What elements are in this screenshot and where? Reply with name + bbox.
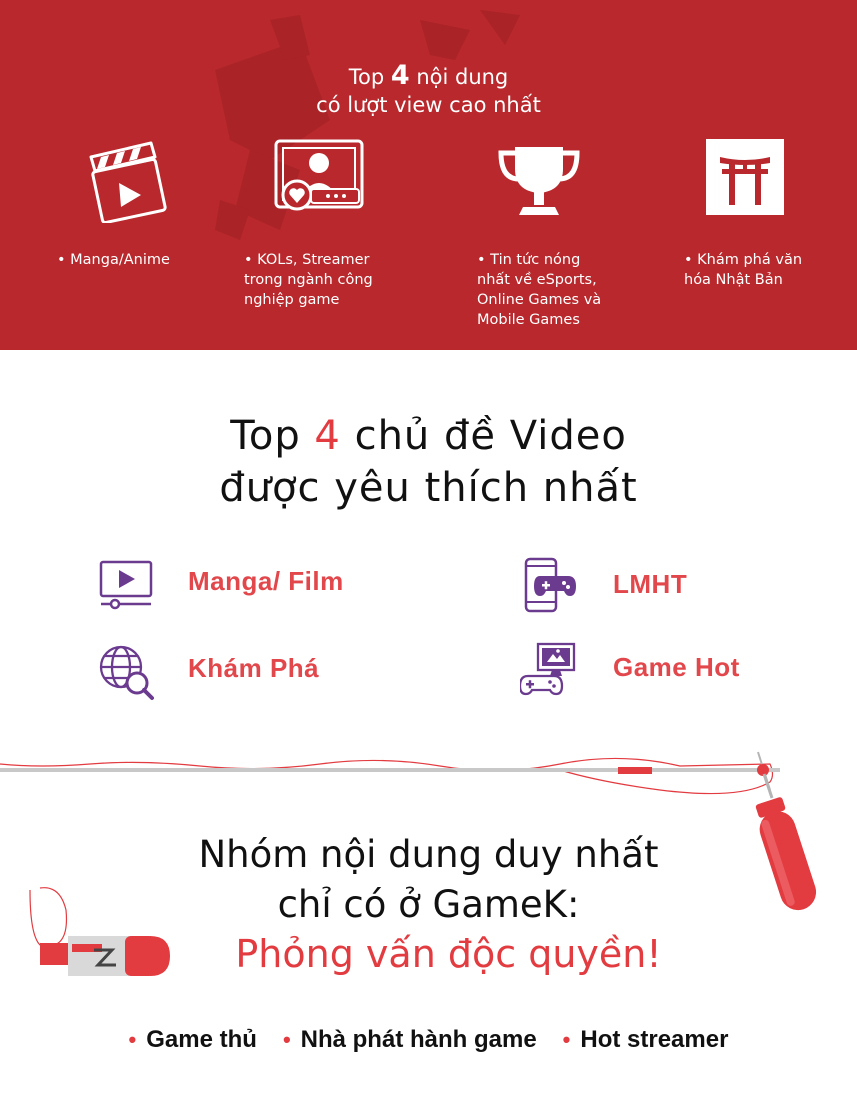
bullet-hot-streamer: • Hot streamer xyxy=(562,1026,729,1053)
trophy-icon xyxy=(498,147,580,215)
topic-lmht: LMHT xyxy=(613,569,688,599)
bullet-dot: • xyxy=(282,1027,291,1052)
video-section-title: Top 4 chủ đề Video được yêu thích nhất xyxy=(219,413,638,511)
torii-gate-icon xyxy=(706,139,784,215)
exclusive-interview-subtitle: Phỏng vấn độc quyền! xyxy=(235,932,662,976)
clapperboard-icon xyxy=(89,141,167,223)
game-console-icon xyxy=(520,642,576,696)
mobile-game-icon xyxy=(524,557,576,613)
bullet-dot: • xyxy=(128,1027,137,1052)
streamer-icon xyxy=(274,139,364,211)
exclusive-bullet-list: • Game thủ • Nhà phát hành game • Hot st… xyxy=(0,1026,857,1054)
bullet-dot: • xyxy=(562,1027,571,1052)
topic-game-hot: Game Hot xyxy=(613,652,740,682)
band-title: Top 4 nội dung có lượt view cao nhất xyxy=(316,60,541,118)
bullet-nha-phat-hanh: • Nhà phát hành game xyxy=(282,1026,537,1053)
category-kols-streamer: • KOLs, Streamer trong ngành công nghiệp… xyxy=(244,252,373,308)
video-player-icon xyxy=(99,560,153,610)
topic-manga-film: Manga/ Film xyxy=(188,566,344,596)
category-japan-culture: • Khám phá văn hóa Nhật Bản xyxy=(684,252,803,288)
bullet-game-thu: • Game thủ xyxy=(128,1026,257,1053)
globe-search-icon xyxy=(99,645,154,700)
top-content-band: Top 4 nội dung có lượt view cao nhất • M… xyxy=(0,0,857,350)
exclusive-section-title: Nhóm nội dung duy nhất chỉ có ở GameK: xyxy=(198,833,659,926)
topic-kham-pha: Khám Phá xyxy=(188,653,320,683)
category-esports-news: • Tin tức nóng nhất về eSports, Online G… xyxy=(477,252,602,328)
category-manga-anime: • Manga/Anime xyxy=(57,252,170,268)
